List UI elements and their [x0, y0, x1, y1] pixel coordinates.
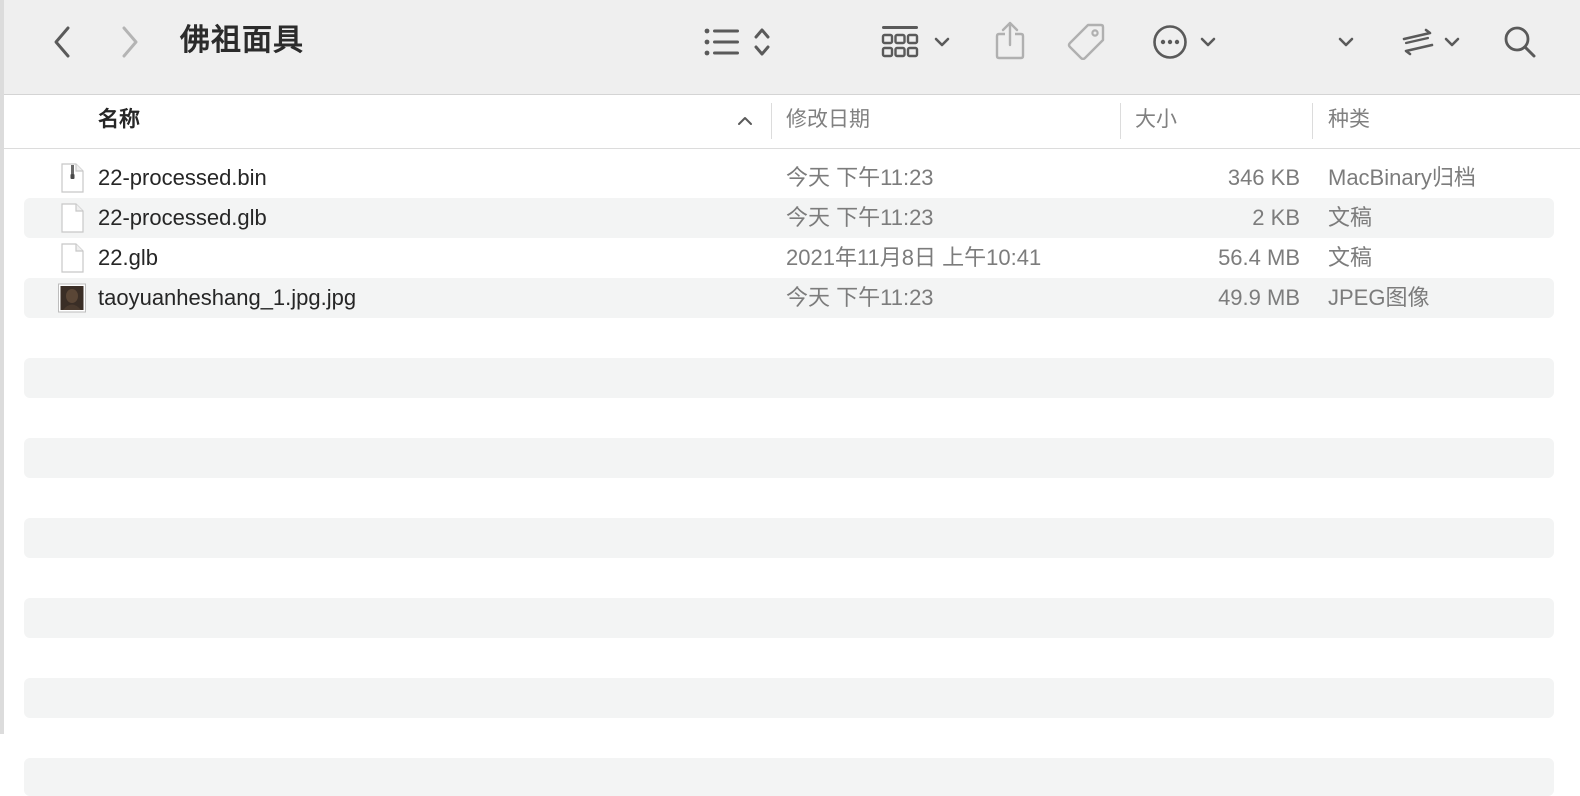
chevron-down-icon[interactable] [1442, 32, 1462, 52]
empty-row [24, 398, 1554, 438]
table-row[interactable]: taoyuanheshang_1.jpg.jpg 今天 下午11:23 49.9… [24, 278, 1554, 318]
document-file-icon [58, 243, 86, 273]
file-list: 22-processed.bin 今天 下午11:23 346 KB MacBi… [24, 158, 1554, 796]
empty-row [24, 758, 1554, 796]
more-icon[interactable] [1150, 22, 1190, 62]
file-modified: 今天 下午11:23 [786, 205, 934, 230]
share-icon[interactable] [990, 18, 1030, 62]
grid-group-icon[interactable] [880, 22, 920, 62]
empty-row [24, 718, 1554, 758]
search-icon[interactable] [1500, 22, 1540, 62]
table-row[interactable]: 22.glb 2021年11月8日 上午10:41 56.4 MB 文稿 [24, 238, 1554, 278]
empty-row [24, 478, 1554, 518]
empty-row [24, 638, 1554, 678]
chevron-down-icon[interactable] [932, 32, 952, 52]
file-kind: MacBinary归档 [1328, 165, 1476, 190]
sort-updown-icon[interactable] [750, 22, 774, 62]
column-kind-header[interactable]: 种类 [1328, 95, 1370, 148]
file-size: 49.9 MB [1218, 285, 1300, 310]
file-name: 22-processed.bin [98, 165, 267, 190]
column-divider[interactable] [771, 103, 772, 139]
file-kind: 文稿 [1328, 245, 1373, 270]
file-name: 22.glb [98, 245, 158, 270]
tag-icon[interactable] [1066, 20, 1106, 62]
empty-row [24, 318, 1554, 358]
back-chevron-icon[interactable] [44, 22, 80, 62]
empty-row [24, 598, 1554, 638]
file-size: 346 KB [1227, 165, 1300, 190]
table-row[interactable]: 22-processed.glb 今天 下午11:23 2 KB 文稿 [24, 198, 1554, 238]
list-view-icon[interactable] [702, 22, 742, 62]
image-thumbnail-icon [58, 283, 86, 313]
file-name: taoyuanheshang_1.jpg.jpg [98, 285, 357, 310]
file-name: 22-processed.glb [98, 205, 267, 230]
chevron-down-icon[interactable] [1336, 32, 1356, 52]
column-name-header[interactable]: 名称 [98, 95, 140, 148]
file-kind: 文稿 [1328, 205, 1373, 230]
file-size: 56.4 MB [1218, 245, 1300, 270]
empty-row [24, 358, 1554, 398]
archive-file-icon [58, 163, 86, 193]
column-size-header[interactable]: 大小 [1135, 95, 1177, 148]
document-file-icon [58, 203, 86, 233]
sync-icon[interactable] [1398, 24, 1438, 60]
empty-row [24, 438, 1554, 478]
column-header: 名称 修改日期 大小 种类 [4, 95, 1580, 149]
chevron-down-icon[interactable] [1198, 32, 1218, 52]
file-modified: 今天 下午11:23 [786, 165, 934, 190]
file-size: 2 KB [1252, 205, 1300, 230]
file-modified: 2021年11月8日 上午10:41 [786, 245, 1042, 270]
column-modified-header[interactable]: 修改日期 [786, 95, 870, 148]
file-kind: JPEG图像 [1328, 285, 1430, 310]
column-divider[interactable] [1120, 103, 1121, 139]
window-title: 佛祖面具 [180, 24, 304, 57]
column-divider[interactable] [1312, 103, 1313, 139]
table-row[interactable]: 22-processed.bin 今天 下午11:23 346 KB MacBi… [24, 158, 1554, 198]
empty-row [24, 558, 1554, 598]
toolbar: 佛祖面具 [4, 0, 1580, 95]
sort-ascending-icon[interactable] [737, 113, 753, 131]
forward-chevron-icon[interactable] [112, 22, 148, 62]
empty-row [24, 678, 1554, 718]
file-modified: 今天 下午11:23 [786, 285, 934, 310]
empty-row [24, 518, 1554, 558]
